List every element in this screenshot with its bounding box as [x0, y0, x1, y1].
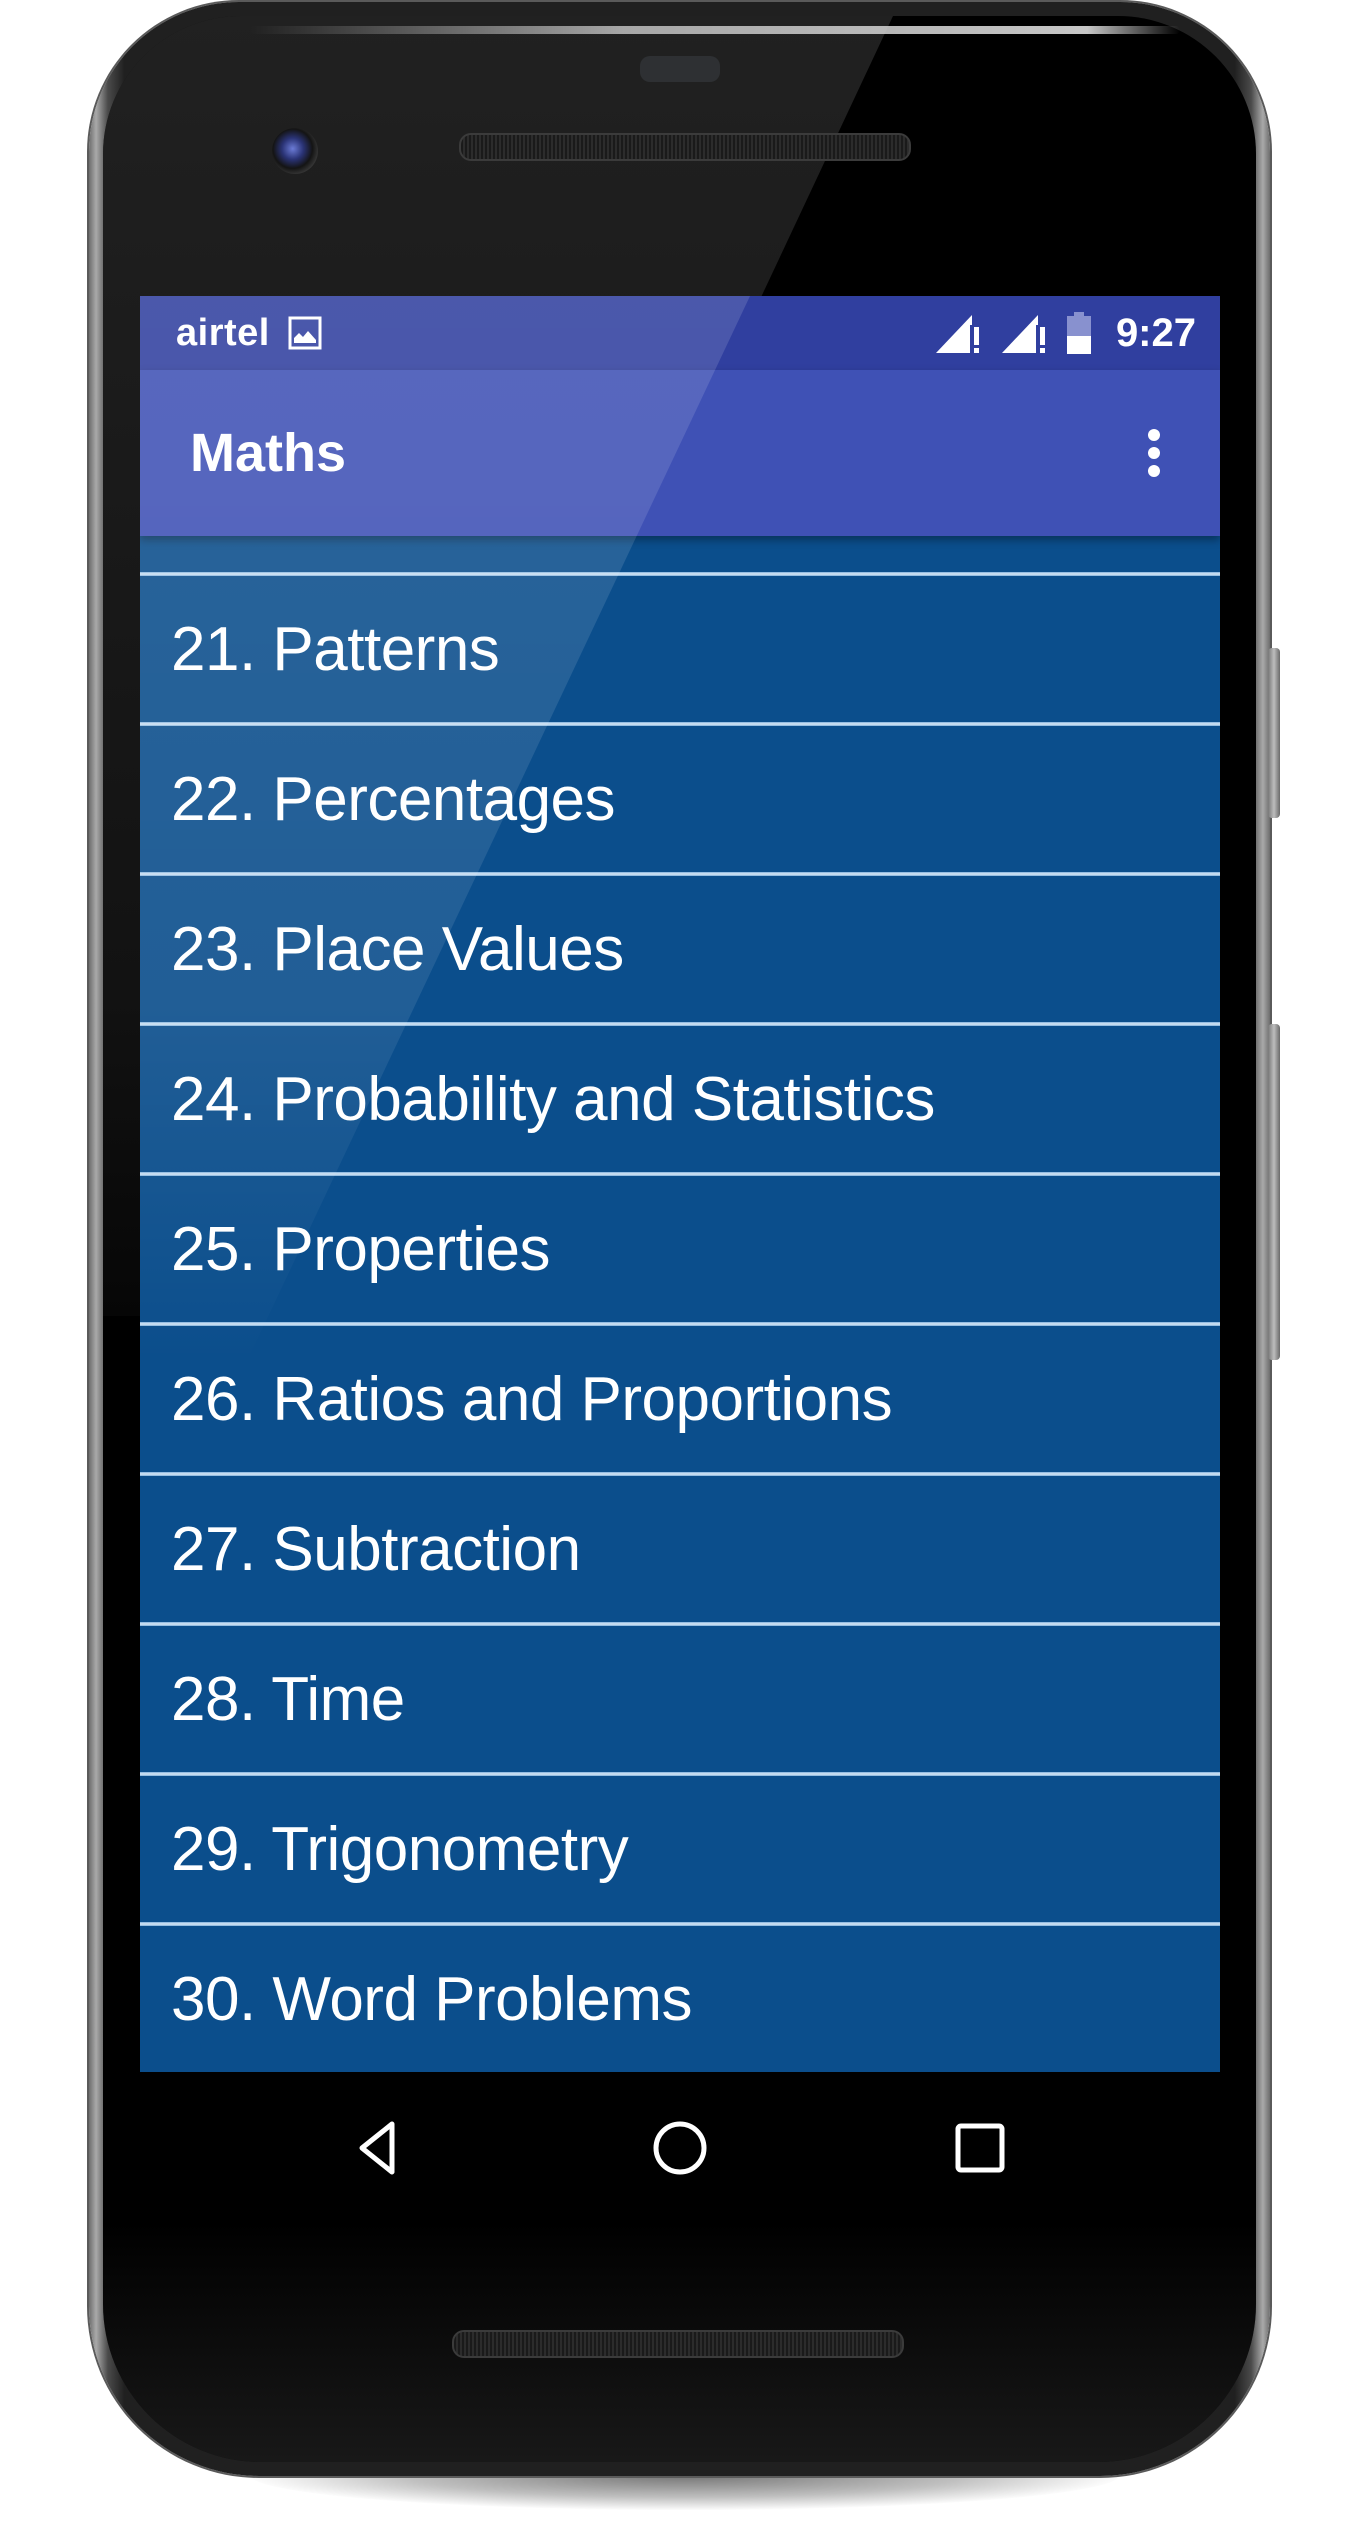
topic-label: 27. Subtraction — [171, 1514, 581, 1584]
topic-label: 30. Word Problems — [171, 1964, 693, 2034]
navigation-bar — [140, 2072, 1220, 2216]
proximity-sensor — [640, 56, 720, 82]
more-vert-icon-dot — [1148, 447, 1160, 459]
volume-rocker[interactable] — [1268, 1024, 1280, 1360]
app-title: Maths — [190, 423, 347, 483]
more-vert-icon-dot — [1148, 465, 1160, 477]
topic-label: 29. Trigonometry — [171, 1814, 629, 1884]
image-icon — [288, 316, 322, 350]
app-bar: Maths — [140, 370, 1220, 536]
topic-label: 24. Probability and Statistics — [171, 1064, 935, 1134]
topic-label: 21. Patterns — [171, 614, 500, 684]
recents-button[interactable] — [940, 2108, 1020, 2188]
earpiece-speaker — [459, 133, 911, 161]
list-item[interactable]: 24. Probability and Statistics — [140, 1026, 1220, 1172]
status-bar: airtel 9:27 — [140, 296, 1220, 370]
status-left: airtel — [176, 296, 322, 370]
overflow-menu-button[interactable] — [1124, 418, 1184, 488]
list-item-partial[interactable] — [140, 536, 1220, 572]
list-item[interactable]: 25. Properties — [140, 1176, 1220, 1322]
back-button[interactable] — [338, 2108, 418, 2188]
recents-square-icon — [955, 2123, 1005, 2173]
signal-warning-icon — [1000, 311, 1048, 355]
power-button[interactable] — [1268, 648, 1280, 818]
front-camera-icon — [272, 128, 318, 174]
list-item[interactable]: 26. Ratios and Proportions — [140, 1326, 1220, 1472]
phone-screen: airtel 9:27 Maths 21. Patterns 22. Perce… — [140, 296, 1220, 2072]
topic-label: 22. Percentages — [171, 764, 616, 834]
topic-label: 26. Ratios and Proportions — [171, 1364, 893, 1434]
list-item[interactable]: 23. Place Values — [140, 876, 1220, 1022]
bottom-speaker — [452, 2330, 904, 2358]
signal-warning-icon — [934, 311, 982, 355]
topic-list[interactable]: 21. Patterns 22. Percentages 23. Place V… — [140, 536, 1220, 2072]
list-item[interactable]: 30. Word Problems — [140, 1926, 1220, 2072]
list-item[interactable]: 29. Trigonometry — [140, 1776, 1220, 1922]
clock: 9:27 — [1115, 310, 1196, 355]
topic-label: 25. Properties — [171, 1214, 551, 1284]
more-vert-icon — [1148, 429, 1160, 441]
list-item[interactable]: 21. Patterns — [140, 576, 1220, 722]
battery-icon — [1066, 311, 1092, 355]
list-item[interactable]: 27. Subtraction — [140, 1476, 1220, 1622]
status-right: 9:27 — [934, 296, 1196, 370]
topic-label: 23. Place Values — [171, 914, 624, 984]
top-rim-highlight — [250, 26, 1180, 34]
home-circle-icon — [653, 2121, 707, 2175]
home-button[interactable] — [640, 2108, 720, 2188]
topic-label: 28. Time — [171, 1664, 405, 1734]
back-triangle-icon — [359, 2121, 395, 2175]
list-item[interactable]: 28. Time — [140, 1626, 1220, 1772]
carrier-name: airtel — [176, 311, 270, 354]
list-item[interactable]: 22. Percentages — [140, 726, 1220, 872]
